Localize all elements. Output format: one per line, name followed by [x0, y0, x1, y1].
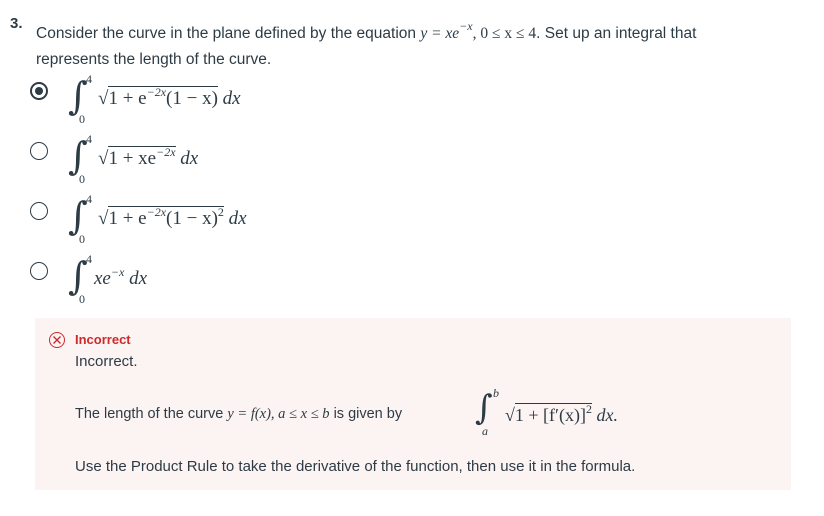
integrand: xe−x dx — [94, 265, 147, 289]
integrand: √1 + xe−2x dx — [98, 145, 199, 169]
question-constraint: , 0 ≤ x ≤ 4 — [472, 25, 537, 42]
formula-upper-limit: b — [493, 386, 499, 400]
question-text: Consider the curve in the plane defined … — [36, 13, 806, 73]
integral-sign-icon: ∫ — [68, 134, 88, 178]
lower-limit: 0 — [79, 232, 85, 246]
integral-sign-icon: ∫ — [68, 194, 88, 238]
sqrt-icon: √ — [98, 208, 109, 229]
integral-sign-icon: ∫ — [68, 254, 88, 298]
integrand: √1 + e−2x(1 − x)2 dx — [98, 205, 247, 229]
radio-button[interactable] — [30, 262, 48, 280]
radio-button[interactable] — [30, 202, 48, 220]
lower-limit: 0 — [79, 112, 85, 126]
sqrt-icon: √ — [98, 148, 109, 169]
feedback-subtitle: Incorrect. — [75, 353, 138, 370]
integrand: √1 + e−2x(1 − x) dx — [98, 85, 241, 109]
question-number: 3. — [10, 15, 23, 32]
upper-limit: 4 — [86, 72, 92, 86]
radio-button[interactable] — [30, 142, 48, 160]
question-equation: y = xe — [420, 25, 460, 42]
lower-limit: 0 — [79, 292, 85, 306]
integral-sign-icon: ∫ — [68, 74, 88, 118]
formula-integrand: √1 + [f′(x)]2 dx. — [505, 402, 618, 425]
incorrect-x-icon — [49, 332, 65, 348]
sqrt-icon: √ — [505, 405, 515, 425]
sqrt-icon: √ — [98, 88, 109, 109]
upper-limit: 4 — [86, 132, 92, 146]
feedback-title: Incorrect — [75, 332, 131, 347]
upper-limit: 4 — [86, 192, 92, 206]
feedback-hint: Use the Product Rule to take the derivat… — [75, 458, 636, 475]
question-text-line2: represents the length of the curve. — [36, 51, 272, 68]
lower-limit: 0 — [79, 172, 85, 186]
formula-lead: The length of the curve y = f(x), a ≤ x … — [75, 406, 403, 422]
arc-length-formula: The length of the curve y = f(x), a ≤ x … — [75, 386, 775, 438]
integral-sign-icon: ∫ — [475, 388, 493, 428]
answer-option-2[interactable]: ∫ 4 0 √1 + xe−2x dx — [30, 132, 430, 192]
question-text-after: . Set up an integral that — [536, 25, 697, 42]
radio-button-selected[interactable] — [30, 82, 48, 100]
question-text-before: Consider the curve in the plane defined … — [36, 25, 421, 42]
upper-limit: 4 — [86, 252, 92, 266]
question-equation-exponent: −x — [459, 19, 473, 33]
answer-option-3[interactable]: ∫ 4 0 √1 + e−2x(1 − x)2 dx — [30, 192, 430, 252]
formula-lower-limit: a — [482, 424, 488, 438]
answer-option-4[interactable]: ∫ 4 0 xe−x dx — [30, 252, 430, 312]
feedback-panel: Incorrect Incorrect. The length of the c… — [35, 318, 791, 490]
answer-option-1[interactable]: ∫ 4 0 √1 + e−2x(1 − x) dx — [30, 72, 430, 132]
